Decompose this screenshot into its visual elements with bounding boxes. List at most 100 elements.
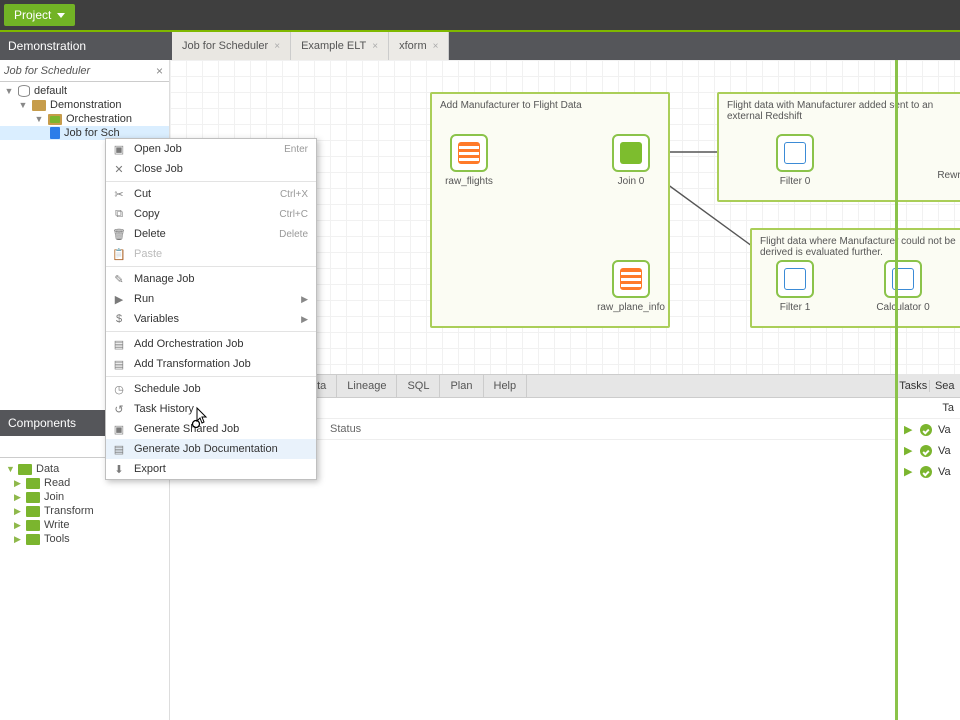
- tab-label: Example ELT: [301, 40, 366, 52]
- menu-label: Delete: [134, 228, 166, 240]
- chevron-right-icon: ▶: [14, 534, 22, 545]
- menu-task-history[interactable]: ↺Task History: [106, 399, 316, 419]
- comp-group-join[interactable]: ▶Join: [0, 490, 169, 504]
- menu-manage-job[interactable]: ✎Manage Job: [106, 269, 316, 289]
- tree-label: Orchestration: [66, 113, 132, 125]
- menu-add-orchestration[interactable]: ▤Add Orchestration Job: [106, 334, 316, 354]
- dollar-icon: $: [112, 312, 126, 326]
- project-menu-button[interactable]: Project: [4, 4, 75, 26]
- close-icon: ✕: [112, 162, 126, 176]
- menu-generate-shared-job[interactable]: ▣Generate Shared Job: [106, 419, 316, 439]
- component-label: Join 0: [618, 176, 645, 187]
- folder-icon: [18, 464, 32, 475]
- close-icon[interactable]: ×: [372, 41, 378, 52]
- comp-group-tools[interactable]: ▶ Tools: [0, 532, 169, 546]
- comp-label: Read: [44, 477, 70, 489]
- folder-icon: [26, 506, 40, 517]
- open-job-field[interactable]: ×: [0, 60, 169, 82]
- component-raw-plane-info[interactable]: raw_plane_info: [612, 260, 650, 298]
- close-icon[interactable]: ×: [274, 41, 280, 52]
- chevron-right-icon: ▶: [301, 294, 308, 305]
- tab-job-for-scheduler[interactable]: Job for Scheduler ×: [172, 32, 291, 60]
- note-text: Add Manufacturer to Flight Data: [440, 100, 582, 111]
- component-filter-0[interactable]: Filter 0: [776, 134, 814, 172]
- bottom-tab-sql[interactable]: SQL: [397, 375, 440, 397]
- database-icon: [18, 85, 30, 97]
- component-raw-flights[interactable]: raw_flights: [450, 134, 488, 172]
- component-label: Calculator 0: [876, 302, 929, 313]
- right-tab-search[interactable]: Sea: [929, 380, 960, 392]
- document-icon: ▤: [112, 357, 126, 371]
- tab-example-elt[interactable]: Example ELT ×: [291, 32, 389, 60]
- note-text: Flight data where Manufacturer could not…: [760, 236, 956, 258]
- component-filter-1[interactable]: Filter 1: [776, 260, 814, 298]
- menu-label: Manage Job: [134, 273, 195, 285]
- tab-label: xform: [399, 40, 427, 52]
- menu-copy[interactable]: ⧉CopyCtrl+C: [106, 204, 316, 224]
- bottom-tab-help[interactable]: Help: [484, 375, 528, 397]
- menu-label: Generate Job Documentation: [134, 443, 278, 455]
- menu-label: Copy: [134, 208, 160, 220]
- task-row[interactable]: ▶Va: [898, 461, 960, 482]
- comp-group-write[interactable]: ▶Write: [0, 518, 169, 532]
- tab-label: Plan: [450, 380, 472, 392]
- menu-label: Task History: [134, 403, 194, 415]
- menu-cut[interactable]: ✂CutCtrl+X: [106, 184, 316, 204]
- folder-icon: [26, 520, 40, 531]
- menu-label: Variables: [134, 313, 179, 325]
- comp-label: Tools: [44, 533, 70, 545]
- menu-run[interactable]: ▶Run▶: [106, 289, 316, 309]
- component-calculator-0[interactable]: Calculator 0: [884, 260, 922, 298]
- comp-label: Transform: [44, 505, 94, 517]
- open-job-input[interactable]: [4, 65, 154, 77]
- chevron-right-icon: ▶: [14, 520, 22, 531]
- folder-icon: [26, 534, 40, 545]
- close-icon[interactable]: ×: [433, 41, 439, 52]
- tree-label: default: [34, 85, 67, 97]
- component-label: Rewr: [937, 170, 960, 181]
- menu-close-job[interactable]: ✕ Close Job: [106, 159, 316, 179]
- tab-label: Job for Scheduler: [182, 40, 268, 52]
- chevron-down-icon: ▼: [18, 100, 28, 110]
- package-icon: ▣: [112, 422, 126, 436]
- tab-xform[interactable]: xform ×: [389, 32, 449, 60]
- folder-icon: [48, 114, 62, 125]
- menu-label: Close Job: [134, 163, 183, 175]
- menu-delete[interactable]: 🗑DeleteDelete: [106, 224, 316, 244]
- menu-open-job[interactable]: ▣Open JobEnter: [106, 139, 316, 159]
- bottom-tab-plan[interactable]: Plan: [440, 375, 483, 397]
- component-rewrite[interactable]: Rewr: [930, 134, 960, 172]
- check-icon: [920, 424, 932, 436]
- task-row[interactable]: ▶Va: [898, 440, 960, 461]
- canvas-note-2[interactable]: Flight data with Manufacturer added sent…: [717, 92, 960, 202]
- project-menu-label: Project: [14, 8, 51, 22]
- bottom-tab-lineage[interactable]: Lineage: [337, 375, 397, 397]
- menu-variables[interactable]: $ Variables ▶: [106, 309, 316, 329]
- task-row[interactable]: ▶Va: [898, 419, 960, 440]
- splitter-vertical[interactable]: [895, 60, 898, 720]
- menu-generate-job-documentation[interactable]: ▤Generate Job Documentation: [106, 439, 316, 459]
- component-join-0[interactable]: Join 0: [612, 134, 650, 172]
- comp-group-transform[interactable]: ▶Transform: [0, 504, 169, 518]
- column-header-status: Status: [330, 423, 480, 435]
- trash-icon: 🗑: [112, 227, 126, 241]
- chevron-right-icon: ▶: [14, 492, 22, 503]
- menu-paste: 📋Paste: [106, 244, 316, 264]
- note-text: Flight data with Manufacturer added sent…: [727, 100, 933, 122]
- folder-icon: [32, 100, 46, 111]
- menu-add-transformation[interactable]: ▤Add Transformation Job: [106, 354, 316, 374]
- chevron-down-icon: ▼: [34, 114, 44, 124]
- tree-project[interactable]: ▼ Demonstration: [0, 98, 169, 112]
- menu-schedule-job[interactable]: ◷Schedule Job: [106, 379, 316, 399]
- job-icon: [50, 127, 60, 139]
- tree-root-default[interactable]: ▼ default: [0, 84, 169, 98]
- chevron-right-icon: ▶: [301, 314, 308, 325]
- tree-folder-orchestration[interactable]: ▼ Orchestration: [0, 112, 169, 126]
- component-label: Filter 0: [780, 176, 811, 187]
- task-label: Va: [938, 445, 951, 457]
- menu-export[interactable]: ⬇Export: [106, 459, 316, 479]
- clear-icon[interactable]: ×: [154, 64, 165, 78]
- right-tab-tasks[interactable]: Tasks: [898, 380, 929, 392]
- paste-icon: 📋: [112, 247, 126, 261]
- tab-label: Lineage: [347, 380, 386, 392]
